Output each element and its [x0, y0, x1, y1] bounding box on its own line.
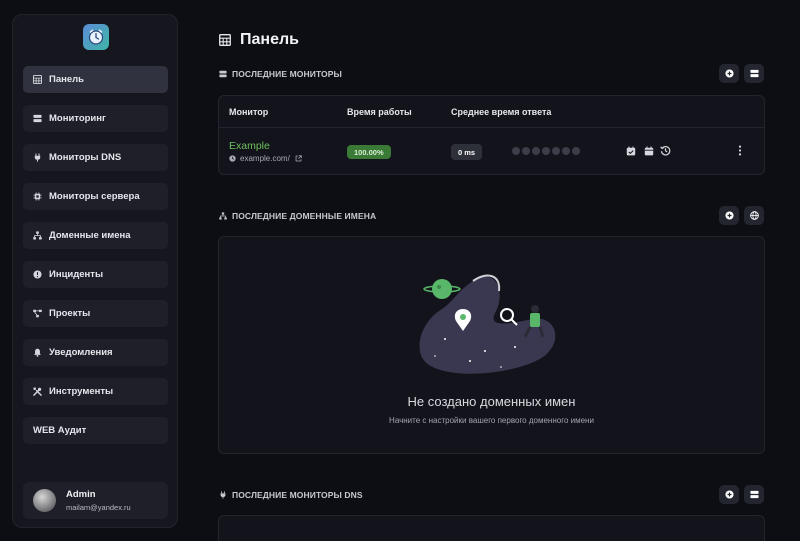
- sidebar-nav: Панель Мониторинг Мониторы DNS Мониторы …: [23, 66, 168, 456]
- response-time-badge: 0 ms: [451, 144, 483, 160]
- user-name: Admin: [66, 489, 96, 500]
- monitor-url-text: example.com/: [240, 154, 290, 163]
- server-icon: [219, 70, 227, 78]
- server-icon: [749, 69, 759, 78]
- status-dot: [512, 147, 520, 155]
- status-dot: [562, 147, 570, 155]
- plus-circle-icon: [724, 211, 734, 220]
- project-diagram-icon: [33, 309, 42, 318]
- add-dns-monitor-button[interactable]: [719, 485, 739, 504]
- sidebar-item-tools[interactable]: Инструменты: [23, 378, 168, 405]
- table-icon: [33, 75, 42, 84]
- sidebar-item-label: Мониторы сервера: [49, 191, 140, 202]
- monitor-url: example.com/: [229, 154, 302, 163]
- empty-state-subtitle: Начните с настройки вашего первого домен…: [389, 416, 594, 425]
- section-heading-domains: ПОСЛЕДНИЕ ДОМЕННЫЕ ИМЕНА: [219, 211, 376, 221]
- sidebar-item-server-monitors[interactable]: Мониторы сервера: [23, 183, 168, 210]
- column-header: Время работы: [347, 107, 412, 117]
- table-icon: [219, 34, 231, 46]
- calendar-check-icon[interactable]: [625, 145, 636, 156]
- view-dns-monitors-button[interactable]: [744, 485, 764, 504]
- sitemap-icon: [33, 231, 42, 240]
- view-domains-button[interactable]: [744, 206, 764, 225]
- avatar: [33, 489, 56, 512]
- sidebar-item-projects[interactable]: Проекты: [23, 300, 168, 327]
- history-icon[interactable]: [660, 145, 671, 156]
- more-vertical-icon[interactable]: [734, 145, 745, 156]
- status-history-dots: [512, 147, 582, 155]
- divider: [219, 127, 764, 128]
- page-title-text: Панель: [240, 31, 299, 48]
- sidebar-item-domains[interactable]: Доменные имена: [23, 222, 168, 249]
- section-heading-dns: ПОСЛЕДНИЕ МОНИТОРЫ DNS: [219, 490, 363, 500]
- plus-circle-icon: [724, 490, 734, 499]
- cpu-icon: [33, 192, 42, 201]
- plus-circle-icon: [724, 69, 734, 78]
- uptime-badge: 100.00%: [347, 145, 391, 159]
- globe-icon: [229, 155, 236, 162]
- status-dot: [532, 147, 540, 155]
- sidebar-item-label: Уведомления: [49, 347, 113, 358]
- section-heading-monitors: ПОСЛЕДНИЕ МОНИТОРЫ: [219, 69, 342, 79]
- sidebar: Панель Мониторинг Мониторы DNS Мониторы …: [12, 14, 178, 528]
- empty-state-illustration: [419, 274, 556, 374]
- section-heading-text: ПОСЛЕДНИЕ ДОМЕННЫЕ ИМЕНА: [232, 211, 377, 221]
- user-email: mailam@yandex.ru: [66, 503, 131, 512]
- sidebar-item-label: Инциденты: [49, 269, 104, 280]
- sidebar-item-label: Инструменты: [49, 386, 114, 397]
- dns-monitors-card: [218, 515, 765, 541]
- sidebar-item-notifications[interactable]: Уведомления: [23, 339, 168, 366]
- bell-icon: [33, 348, 42, 357]
- empty-state-title: Не создано доменных имен: [407, 394, 576, 409]
- status-dot: [522, 147, 530, 155]
- status-dot: [572, 147, 580, 155]
- domains-empty-card: Не создано доменных имен Начните с настр…: [218, 236, 765, 454]
- sidebar-item-web-audit[interactable]: WEB Аудит: [23, 417, 168, 444]
- status-dot: [542, 147, 550, 155]
- app-logo-clock-icon[interactable]: [83, 24, 109, 50]
- sidebar-item-label: Мониторинг: [49, 113, 106, 124]
- page-title: Панель: [219, 31, 299, 49]
- sidebar-item-incidents[interactable]: Инциденты: [23, 261, 168, 288]
- view-monitors-button[interactable]: [744, 64, 764, 83]
- column-header: Монитор: [229, 107, 269, 117]
- column-header: Среднее время ответа: [451, 107, 552, 117]
- add-monitor-button[interactable]: [719, 64, 739, 83]
- monitors-table: Монитор Время работы Среднее время ответ…: [218, 95, 765, 175]
- tools-icon: [33, 387, 42, 396]
- alert-circle-icon: [33, 270, 42, 279]
- plug-icon: [220, 491, 226, 499]
- sitemap-icon: [219, 212, 227, 220]
- sidebar-item-dns-monitors[interactable]: Мониторы DNS: [23, 144, 168, 171]
- sidebar-item-monitoring[interactable]: Мониторинг: [23, 105, 168, 132]
- monitor-name-link[interactable]: Example: [229, 140, 270, 152]
- server-icon: [749, 490, 759, 499]
- plug-icon: [33, 153, 42, 162]
- sidebar-item-label: Мониторы DNS: [49, 152, 122, 163]
- sidebar-item-label: Проекты: [49, 308, 91, 319]
- sidebar-item-label: Доменные имена: [49, 230, 131, 241]
- calendar-icon[interactable]: [643, 145, 654, 156]
- server-icon: [33, 114, 42, 123]
- sidebar-item-label: Панель: [49, 74, 85, 85]
- user-profile[interactable]: Admin mailam@yandex.ru: [23, 482, 168, 519]
- section-heading-text: ПОСЛЕДНИЕ МОНИТОРЫ: [232, 69, 342, 79]
- external-link-icon[interactable]: [295, 155, 302, 162]
- sidebar-item-label: WEB Аудит: [33, 425, 87, 436]
- globe-icon: [749, 211, 759, 220]
- section-heading-text: ПОСЛЕДНИЕ МОНИТОРЫ DNS: [232, 490, 363, 500]
- add-domain-button[interactable]: [719, 206, 739, 225]
- sidebar-item-dashboard[interactable]: Панель: [23, 66, 168, 93]
- status-dot: [552, 147, 560, 155]
